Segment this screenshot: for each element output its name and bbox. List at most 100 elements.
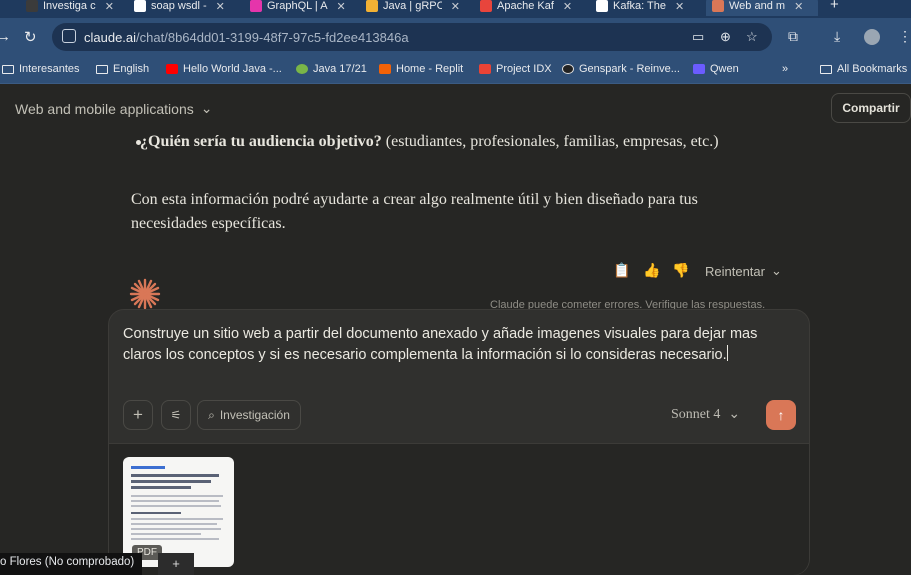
arrow-up-icon: ↑ xyxy=(777,407,785,423)
extensions-icon[interactable]: ⧉ xyxy=(788,28,798,45)
tab-favicon-icon xyxy=(366,0,378,12)
doc-heading-line xyxy=(131,480,211,483)
model-label: Sonnet 4 xyxy=(671,406,721,422)
prompt-input[interactable]: Construye un sitio web a partir del docu… xyxy=(123,324,783,366)
doc-logo xyxy=(131,466,165,469)
bookmark-label: Qwen xyxy=(710,63,739,75)
tab-title: GraphQL | A xyxy=(267,0,328,12)
tools-button[interactable]: ⚟ xyxy=(161,400,191,430)
zoom-icon[interactable]: ⊕ xyxy=(720,29,731,45)
profile-status-chip: o Flores (No comprobado) xyxy=(0,553,143,575)
java-site-icon xyxy=(296,64,308,74)
tab-favicon-icon xyxy=(134,0,146,12)
model-selector[interactable]: Sonnet 4 ⌄ xyxy=(671,406,740,423)
tab-title: Apache Kaf xyxy=(497,0,554,12)
send-button[interactable]: ↑ xyxy=(766,400,796,430)
project-title-dropdown[interactable]: Web and mobile applications ⌄ xyxy=(15,100,212,117)
url-host: claude.ai xyxy=(84,30,137,45)
copy-icon[interactable]: 📋 xyxy=(613,262,630,279)
browser-menu-icon[interactable]: ⋮ xyxy=(898,28,911,45)
url-text: claude.ai/chat/8b64dd01-3199-48f7-97c5-f… xyxy=(84,30,409,45)
download-icon[interactable]: ⤓ xyxy=(834,28,840,45)
bookmark-star-icon[interactable]: ☆ xyxy=(746,29,758,45)
browser-tab[interactable]: Web and m ✕ xyxy=(706,0,818,16)
tab-favicon-icon xyxy=(250,0,262,12)
status-plus-button[interactable]: + xyxy=(158,553,194,575)
doc-text-line xyxy=(131,533,201,535)
qwen-icon xyxy=(693,64,705,74)
retry-button[interactable]: Reintentar ⌄ xyxy=(705,263,782,279)
site-settings-icon[interactable] xyxy=(62,29,76,43)
close-tab-icon[interactable]: ✕ xyxy=(216,0,225,13)
tab-title: soap wsdl - xyxy=(151,0,207,12)
thumbs-down-icon[interactable]: 👎 xyxy=(672,262,689,279)
chevron-down-icon: ⌄ xyxy=(728,407,741,422)
bookmark-genspark[interactable]: Genspark - Reinve... xyxy=(562,63,680,75)
share-button[interactable]: Compartir xyxy=(831,93,911,123)
more-bookmarks-button[interactable]: » xyxy=(782,63,788,75)
close-tab-icon[interactable]: ✕ xyxy=(337,0,346,13)
bullet-text: (estudiantes, profesionales, familias, e… xyxy=(381,133,719,150)
tab-favicon-icon xyxy=(480,0,492,12)
doc-text-line xyxy=(131,518,223,520)
retry-label: Reintentar xyxy=(705,263,765,279)
bookmark-project-idx[interactable]: Project IDX xyxy=(479,63,552,75)
claude-logo-icon xyxy=(129,278,161,310)
bookmark-label: Interesantes xyxy=(19,63,80,75)
tab-favicon-icon xyxy=(712,0,724,12)
thumbs-up-icon[interactable]: 👍 xyxy=(643,262,660,279)
close-tab-icon[interactable]: ✕ xyxy=(794,0,803,13)
doc-text-line xyxy=(131,505,221,507)
close-tab-icon[interactable]: ✕ xyxy=(563,0,572,13)
browser-tab[interactable]: soap wsdl - ✕ xyxy=(128,0,236,16)
chevron-down-icon: ⌄ xyxy=(200,100,213,116)
tab-favicon-icon xyxy=(596,0,608,12)
pdf-attachment[interactable]: PDF xyxy=(123,457,234,567)
doc-heading-line xyxy=(131,486,191,489)
genspark-icon xyxy=(562,64,574,74)
tab-title: Java | gRPC xyxy=(383,0,442,12)
bullet-item: ¿Quién sería tu audiencia objetivo? (est… xyxy=(140,130,760,154)
browser-tab[interactable]: Java | gRPC ✕ xyxy=(360,0,466,16)
text-caret xyxy=(726,345,728,361)
browser-toolbar: → ↻ claude.ai/chat/8b64dd01-3199-48f7-97… xyxy=(0,18,911,56)
cast-icon[interactable]: ▭ xyxy=(692,29,704,45)
research-button[interactable]: ⌕ Investigación xyxy=(197,400,301,430)
new-tab-button[interactable]: + xyxy=(830,0,839,13)
folder-icon xyxy=(96,64,108,74)
browser-tab[interactable]: GraphQL | A ✕ xyxy=(244,0,352,16)
address-bar[interactable]: claude.ai/chat/8b64dd01-3199-48f7-97c5-f… xyxy=(52,23,772,51)
bookmark-english[interactable]: English xyxy=(96,63,149,75)
add-attachment-button[interactable]: + xyxy=(123,400,153,430)
folder-icon xyxy=(2,64,14,74)
bookmark-replit[interactable]: Home - Replit xyxy=(379,63,463,75)
forward-arrow-icon[interactable]: → xyxy=(0,28,11,45)
doc-text-line xyxy=(131,500,219,502)
search-icon: ⌕ xyxy=(208,407,215,422)
bookmark-hello-world-java[interactable]: Hello World Java -... xyxy=(166,63,282,75)
doc-text-line xyxy=(131,512,181,514)
reload-icon[interactable]: ↻ xyxy=(24,28,37,46)
bookmark-java-17[interactable]: Java 17/21 xyxy=(296,63,367,75)
close-tab-icon[interactable]: ✕ xyxy=(105,0,114,13)
browser-tab[interactable]: Kafka: The ✕ xyxy=(590,0,698,16)
tab-title: Web and m xyxy=(729,0,786,12)
profile-avatar[interactable] xyxy=(864,29,880,45)
bookmark-label: Genspark - Reinve... xyxy=(579,63,680,75)
close-tab-icon[interactable]: ✕ xyxy=(675,0,684,13)
sliders-icon: ⚟ xyxy=(170,408,182,422)
doc-text-line xyxy=(131,523,217,525)
chevron-down-icon: ⌄ xyxy=(770,263,782,278)
attachment-tray: PDF xyxy=(109,443,809,575)
bookmark-label: Hello World Java -... xyxy=(183,63,282,75)
bookmark-qwen[interactable]: Qwen xyxy=(693,63,739,75)
research-label: Investigación xyxy=(219,408,290,422)
browser-tab[interactable]: Apache Kaf ✕ xyxy=(474,0,582,16)
all-bookmarks-button[interactable]: All Bookmarks xyxy=(820,63,907,75)
browser-tab[interactable]: Investiga cl ✕ xyxy=(20,0,120,16)
bookmark-interesantes[interactable]: Interesantes xyxy=(2,63,80,75)
bookmarks-bar: Interesantes English Hello World Java -.… xyxy=(0,56,911,84)
message-composer[interactable]: Construye un sitio web a partir del docu… xyxy=(108,309,810,575)
close-tab-icon[interactable]: ✕ xyxy=(451,0,460,13)
replit-icon xyxy=(379,64,391,74)
